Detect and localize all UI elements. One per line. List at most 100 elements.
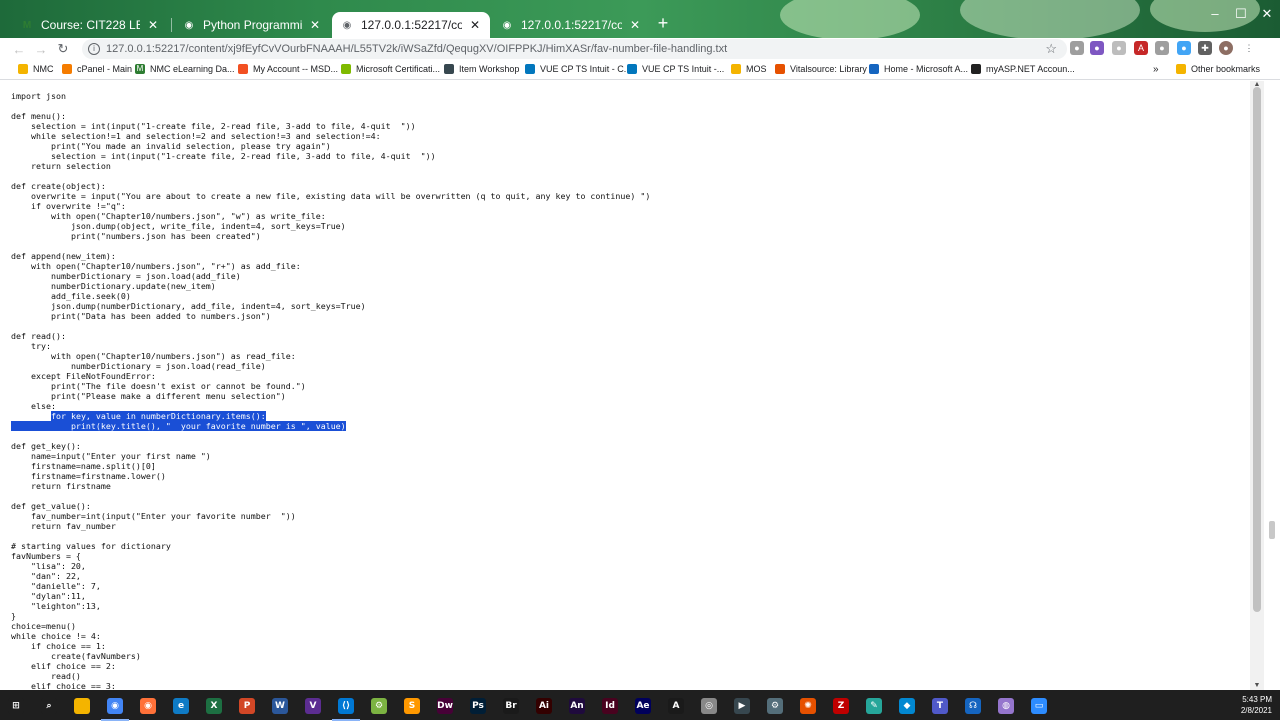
bookmark-icon: [627, 64, 637, 74]
app-terminal-icon[interactable]: ▶: [734, 698, 750, 714]
bookmark-label: Item Workshop: [459, 64, 520, 74]
app-circle-icon[interactable]: ◎: [701, 698, 717, 714]
microsoft-icon: [238, 64, 248, 74]
sublime-icon[interactable]: S: [404, 698, 420, 714]
bridge-icon[interactable]: Br: [503, 698, 519, 714]
back-arrow-icon[interactable]: ←: [8, 42, 30, 57]
bookmark-cpanel[interactable]: cPanel - Main: [62, 64, 132, 74]
app-compass-icon[interactable]: ◍: [998, 698, 1014, 714]
tab-title: Course: CIT228 LB [META 2102]: [41, 18, 140, 32]
zoom-icon[interactable]: ▭: [1031, 698, 1047, 714]
globe-icon: ◉: [342, 19, 352, 31]
close-tab-icon[interactable]: ✕: [308, 18, 322, 32]
bookmark-msdn[interactable]: My Account -- MSD...: [238, 64, 338, 74]
vscode-icon[interactable]: ⟨⟩: [332, 698, 360, 721]
word-icon[interactable]: W: [272, 698, 288, 714]
vertical-scrollbar[interactable]: ▲ ▼: [1250, 81, 1264, 690]
app-notes-icon[interactable]: ✎: [866, 698, 882, 714]
system-clock[interactable]: 5:43 PM 2/8/2021: [1241, 694, 1272, 716]
forward-arrow-icon[interactable]: →: [30, 42, 52, 57]
extension-icon[interactable]: ●: [1155, 41, 1169, 55]
app-headset-icon[interactable]: ☊: [965, 698, 981, 714]
bookmark-home-microsoft[interactable]: Home - Microsoft A...: [869, 64, 968, 74]
excel-icon[interactable]: X: [206, 698, 222, 714]
illustrator-icon[interactable]: Ai: [536, 698, 552, 714]
code-block-top: import json def menu(): selection = int(…: [11, 91, 651, 411]
tab-python-programming[interactable]: ◉ Python Programming ✕: [174, 12, 330, 38]
file-explorer-icon[interactable]: [74, 698, 90, 714]
bookmark-item-workshop[interactable]: Item Workshop: [444, 64, 519, 74]
scroll-down-arrow-icon[interactable]: ▼: [1250, 682, 1264, 690]
bookmark-nmc[interactable]: NMC: [18, 64, 54, 74]
filezilla-icon[interactable]: Z: [833, 698, 849, 714]
url-text: 127.0.0.1:52217/content/xj9fEyfCvVOurbFN…: [106, 43, 728, 55]
bookmark-ms-cert[interactable]: Microsoft Certificati...: [341, 64, 440, 74]
tab-title: Python Programming: [203, 18, 302, 32]
photoshop-icon[interactable]: Ps: [470, 698, 486, 714]
profile-avatar[interactable]: ●: [1219, 41, 1233, 55]
side-gutter: [1264, 81, 1280, 690]
app-blue-icon[interactable]: ◆: [899, 698, 915, 714]
bookmark-icon: [525, 64, 535, 74]
indesign-icon[interactable]: Id: [602, 698, 618, 714]
bookmark-label: My Account -- MSD...: [253, 64, 339, 74]
tab-course[interactable]: M Course: CIT228 LB [META 2102] ✕: [12, 12, 168, 38]
acrobat-extension-icon[interactable]: A: [1134, 41, 1148, 55]
teams-icon[interactable]: T: [932, 698, 948, 714]
bookmark-label: Vitalsource: Library: [790, 64, 867, 74]
tab-active-content[interactable]: ◉ 127.0.0.1:52217/content/xj9fEyfC ✕: [332, 12, 490, 38]
bookmark-icon: [775, 64, 785, 74]
tab-content-2[interactable]: ◉ 127.0.0.1:52217/content/xj9fEyfC ✕: [492, 12, 650, 38]
firefox-icon[interactable]: ◉: [140, 698, 156, 714]
bookmark-icon: [444, 64, 454, 74]
selected-text[interactable]: for key, value in numberDictionary.items…: [11, 411, 346, 431]
start-icon[interactable]: ⊞: [8, 698, 24, 714]
extension-icon[interactable]: ●: [1070, 41, 1084, 55]
bookmark-other[interactable]: Other bookmarks: [1176, 64, 1260, 74]
app-gear-icon[interactable]: ⚙: [767, 698, 783, 714]
bookmark-vue-2[interactable]: VUE CP TS Intuit -...: [627, 64, 724, 74]
bookmark-star-icon[interactable]: ☆: [1045, 41, 1057, 57]
animate-icon[interactable]: An: [569, 698, 585, 714]
app-swirl-icon[interactable]: ✺: [800, 698, 816, 714]
close-tab-icon[interactable]: ✕: [468, 18, 482, 32]
info-icon[interactable]: i: [88, 43, 100, 55]
folder-icon: [731, 64, 741, 74]
visual-studio-icon[interactable]: V: [305, 698, 321, 714]
new-tab-button[interactable]: +: [654, 14, 672, 32]
address-bar[interactable]: i 127.0.0.1:52217/content/xj9fEyfCvVOurb…: [82, 39, 1067, 59]
bookmark-vitalsource[interactable]: Vitalsource: Library: [775, 64, 867, 74]
close-tab-icon[interactable]: ✕: [146, 18, 160, 32]
side-panel-handle[interactable]: [1269, 521, 1275, 539]
background-leaf: [960, 0, 1140, 40]
app-green-icon[interactable]: ⚙: [371, 698, 387, 714]
bookmarks-bar: NMC cPanel - Main M NMC eLearning Da... M…: [0, 60, 1280, 80]
extension-icon[interactable]: ●: [1090, 41, 1104, 55]
puzzle-extensions-icon[interactable]: ✚: [1198, 41, 1212, 55]
edge-icon[interactable]: e: [173, 698, 189, 714]
powerpoint-icon[interactable]: P: [239, 698, 255, 714]
extension-icon[interactable]: ●: [1112, 41, 1126, 55]
bookmarks-overflow-icon[interactable]: »: [1153, 64, 1159, 75]
close-tab-icon[interactable]: ✕: [628, 18, 642, 32]
bookmark-label: myASP.NET Accoun...: [986, 64, 1075, 74]
close-window-button[interactable]: ✕: [1252, 6, 1280, 22]
dreamweaver-icon[interactable]: Dw: [437, 698, 453, 714]
tab-title: 127.0.0.1:52217/content/xj9fEyfC: [361, 18, 462, 32]
bookmark-nmc-elearning[interactable]: M NMC eLearning Da...: [135, 64, 235, 74]
bookmark-label: Microsoft Certificati...: [356, 64, 441, 74]
reload-icon[interactable]: ↻: [52, 41, 74, 57]
bookmark-myasp[interactable]: myASP.NET Accoun...: [971, 64, 1075, 74]
scrollbar-thumb[interactable]: [1253, 87, 1261, 612]
chrome-icon[interactable]: ◉: [101, 698, 129, 721]
after-effects-icon[interactable]: Ae: [635, 698, 651, 714]
acrobat-icon[interactable]: A: [668, 698, 684, 714]
bookmark-mos[interactable]: MOS: [731, 64, 767, 74]
search-icon[interactable]: ⌕: [41, 698, 57, 714]
bookmark-label: VUE CP TS Intuit - C...: [540, 64, 632, 74]
bookmark-vue-1[interactable]: VUE CP TS Intuit - C...: [525, 64, 631, 74]
extension-icon[interactable]: ●: [1177, 41, 1191, 55]
bookmark-label: VUE CP TS Intuit -...: [642, 64, 725, 74]
code-text[interactable]: import json def menu(): selection = int(…: [11, 91, 650, 690]
kebab-menu-icon[interactable]: ⋮: [1242, 41, 1256, 55]
